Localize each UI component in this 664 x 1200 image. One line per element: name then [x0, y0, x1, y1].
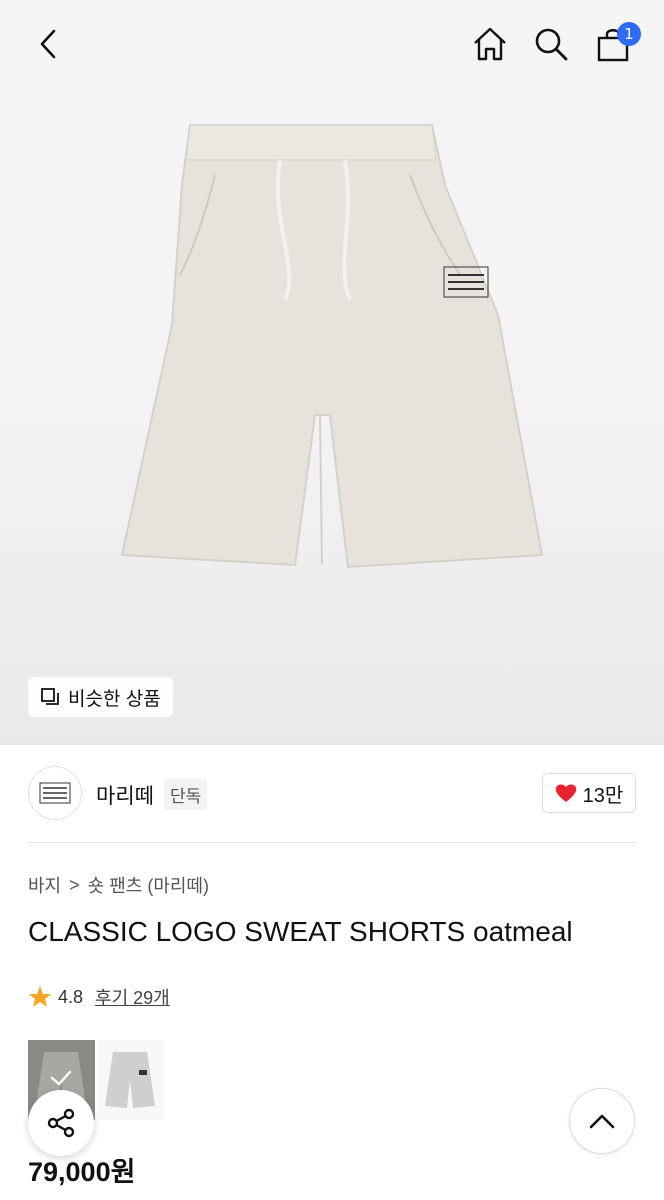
scroll-top-button[interactable] [569, 1088, 635, 1154]
swatch-gray[interactable] [97, 1040, 164, 1120]
breadcrumb-separator: > [69, 874, 80, 895]
rating-value: 4.8 [58, 986, 84, 1007]
brand-logo-mark [39, 782, 71, 804]
brand-name[interactable]: 마리떼 [96, 780, 154, 810]
chevron-left-icon [40, 29, 56, 59]
product-title: CLASSIC LOGO SWEAT SHORTS oatmeal [28, 916, 573, 947]
brand-row: 마리떼 단독 13만 [28, 766, 636, 820]
like-button[interactable]: 13만 [542, 773, 636, 813]
search-icon [535, 28, 568, 61]
breadcrumb-item-category[interactable]: 바지 [28, 872, 61, 898]
home-button[interactable] [468, 22, 512, 66]
share-icon [47, 1108, 75, 1138]
rating-row: 4.8 후기 29개 [28, 984, 170, 1010]
swatch-thumbnail [105, 1052, 155, 1108]
home-icon [474, 27, 506, 61]
product-image [120, 124, 544, 569]
share-button[interactable] [28, 1090, 94, 1156]
brand-logo[interactable] [28, 766, 82, 820]
like-count: 13만 [582, 784, 624, 807]
cart-button[interactable]: 1 [591, 22, 641, 66]
exclusive-badge: 단독 [164, 779, 208, 810]
check-icon [50, 1070, 72, 1086]
top-nav: 1 [0, 0, 664, 90]
similar-products-label: 비슷한 상품 [68, 688, 161, 710]
similar-items-icon [41, 688, 59, 705]
star-icon [29, 986, 51, 1007]
product-price: 79,000원 [28, 1157, 136, 1187]
cart-count-badge: 1 [617, 22, 641, 46]
back-button[interactable] [26, 22, 70, 66]
similar-products-button[interactable]: 비슷한 상품 [28, 677, 173, 717]
review-link[interactable]: 후기 29개 [95, 984, 170, 1010]
breadcrumb-item-subcategory[interactable]: 숏 팬츠 (마리떼) [88, 872, 209, 898]
product-image-area[interactable]: 비슷한 상품 [0, 0, 664, 745]
search-button[interactable] [529, 22, 573, 66]
heart-icon [555, 784, 576, 802]
breadcrumb: 바지 > 숏 팬츠 (마리떼) [28, 872, 209, 898]
chevron-up-icon [589, 1114, 615, 1129]
divider [28, 842, 636, 843]
